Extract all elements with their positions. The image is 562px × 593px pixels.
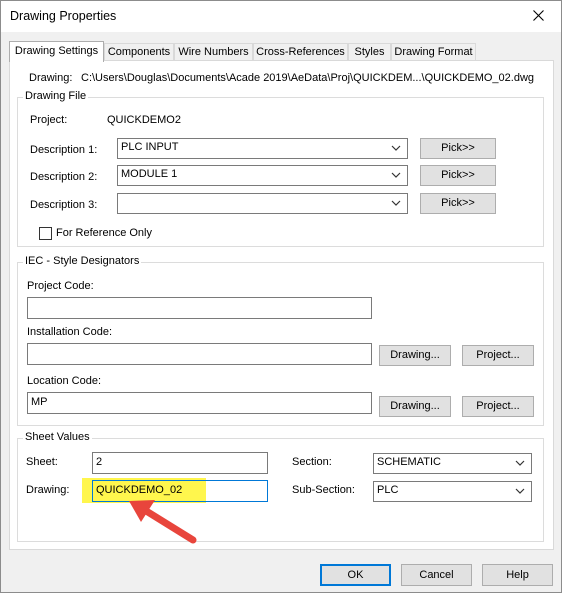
description-3-label: Description 3: <box>30 199 98 211</box>
window-title: Drawing Properties <box>10 9 117 23</box>
project-label: Project: <box>30 114 68 126</box>
drawing-file-group: Drawing File Project: QUICKDEMO2 Descrip… <box>17 90 544 247</box>
iec-group-label: IEC - Style Designators <box>23 255 142 267</box>
project-value: QUICKDEMO2 <box>107 114 181 126</box>
chevron-down-icon <box>515 488 525 494</box>
location-drawing-button[interactable]: Drawing... <box>379 396 451 417</box>
description-2-combo[interactable]: MODULE 1 <box>117 165 408 186</box>
drawing-file-group-label: Drawing File <box>23 90 89 102</box>
description-1-label: Description 1: <box>30 144 98 156</box>
location-code-label: Location Code: <box>27 375 101 387</box>
project-code-input[interactable] <box>27 297 372 319</box>
subsection-combo[interactable]: PLC <box>373 481 532 502</box>
description-2-label: Description 2: <box>30 171 98 183</box>
installation-drawing-button[interactable]: Drawing... <box>379 345 451 366</box>
chevron-down-icon <box>391 172 401 178</box>
description-1-value: PLC INPUT <box>121 141 179 153</box>
drawing-path-value: C:\Users\Douglas\Documents\Acade 2019\Ae… <box>81 72 535 84</box>
tab-drawing-settings[interactable]: Drawing Settings <box>9 41 104 62</box>
description-2-value: MODULE 1 <box>121 168 178 180</box>
project-code-label: Project Code: <box>27 280 94 292</box>
subsection-value: PLC <box>377 484 399 496</box>
title-bar: Drawing Properties <box>1 1 561 32</box>
chevron-down-icon <box>515 460 525 466</box>
drawing-properties-dialog: Drawing Properties Drawing Settings Comp… <box>0 0 562 593</box>
installation-project-button[interactable]: Project... <box>462 345 534 366</box>
section-value: SCHEMATIC <box>377 456 441 468</box>
location-project-button[interactable]: Project... <box>462 396 534 417</box>
sheet-input[interactable]: 2 <box>92 452 268 474</box>
chevron-down-icon <box>391 200 401 206</box>
tab-styles[interactable]: Styles <box>348 43 391 61</box>
for-reference-only-checkbox[interactable] <box>39 227 52 240</box>
location-code-input[interactable]: MP <box>27 392 372 414</box>
drawing-path-label: Drawing: <box>29 72 73 84</box>
tab-wire-numbers[interactable]: Wire Numbers <box>174 43 253 61</box>
cancel-button[interactable]: Cancel <box>401 564 472 586</box>
chevron-down-icon <box>391 145 401 151</box>
description-3-pick-button[interactable]: Pick>> <box>420 193 496 214</box>
drawing-settings-panel: Drawing: C:\Users\Douglas\Documents\Acad… <box>9 60 554 550</box>
description-1-pick-button[interactable]: Pick>> <box>420 138 496 159</box>
for-reference-only-label: For Reference Only <box>56 227 152 239</box>
description-1-combo[interactable]: PLC INPUT <box>117 138 408 159</box>
sheet-drawing-label: Drawing: <box>26 484 70 496</box>
ok-button[interactable]: OK <box>320 564 391 586</box>
help-button[interactable]: Help <box>482 564 553 586</box>
tab-components[interactable]: Components <box>104 43 174 61</box>
installation-code-input[interactable] <box>27 343 372 365</box>
tab-cross-references[interactable]: Cross-References <box>253 43 348 61</box>
sheet-values-group-label: Sheet Values <box>23 431 92 443</box>
installation-code-label: Installation Code: <box>27 326 112 338</box>
sheet-values-group: Sheet Values Sheet: 2 Drawing: QUICKDEMO… <box>17 431 544 542</box>
tab-drawing-format[interactable]: Drawing Format <box>391 43 476 61</box>
sheet-label: Sheet: <box>26 456 58 468</box>
annotation-arrow-icon <box>129 500 197 544</box>
description-3-combo[interactable] <box>117 193 408 214</box>
close-icon <box>533 10 544 21</box>
iec-style-designators-group: IEC - Style Designators Project Code: In… <box>17 255 544 426</box>
section-combo[interactable]: SCHEMATIC <box>373 453 532 474</box>
close-button[interactable] <box>517 1 561 31</box>
description-2-pick-button[interactable]: Pick>> <box>420 165 496 186</box>
section-label: Section: <box>292 456 332 468</box>
subsection-label: Sub-Section: <box>292 484 355 496</box>
